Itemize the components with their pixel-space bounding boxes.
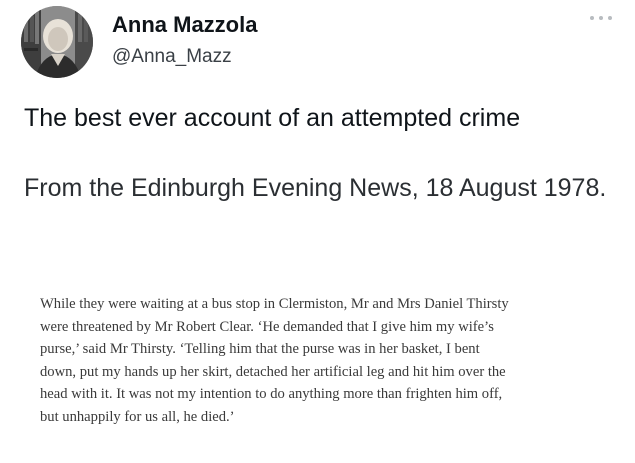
dot	[599, 16, 603, 20]
clipping-line: head with it. It was not my intention to…	[40, 386, 503, 402]
clipping-line: down, put my hands up her skirt, detache…	[40, 363, 506, 380]
more-options-icon[interactable]	[588, 12, 616, 24]
user-handle[interactable]: @Anna_Mazz	[112, 46, 232, 68]
dot	[608, 16, 612, 20]
profile-photo-icon	[21, 6, 93, 78]
tweet-card: Anna Mazzola @Anna_Mazz The best ever ac…	[0, 0, 635, 463]
clipping-line: were threatened by Mr Robert Clear. ‘He …	[40, 318, 494, 335]
clipping-line: but unhappily for us all, he died.’	[40, 408, 235, 425]
clipping-line: While they were waiting at a bus stop in…	[40, 296, 509, 312]
clipping-line: purse,’ said Mr Thirsty. ‘Telling him th…	[40, 341, 480, 357]
newspaper-clipping: While they were waiting at a bus stop in…	[40, 293, 610, 428]
display-name[interactable]: Anna Mazzola	[112, 12, 257, 38]
quote-heading: From the Edinburgh Evening News, 18 Augu…	[24, 174, 607, 202]
avatar[interactable]	[21, 6, 93, 78]
tweet-text: The best ever account of an attempted cr…	[24, 104, 521, 132]
dot	[590, 16, 594, 20]
